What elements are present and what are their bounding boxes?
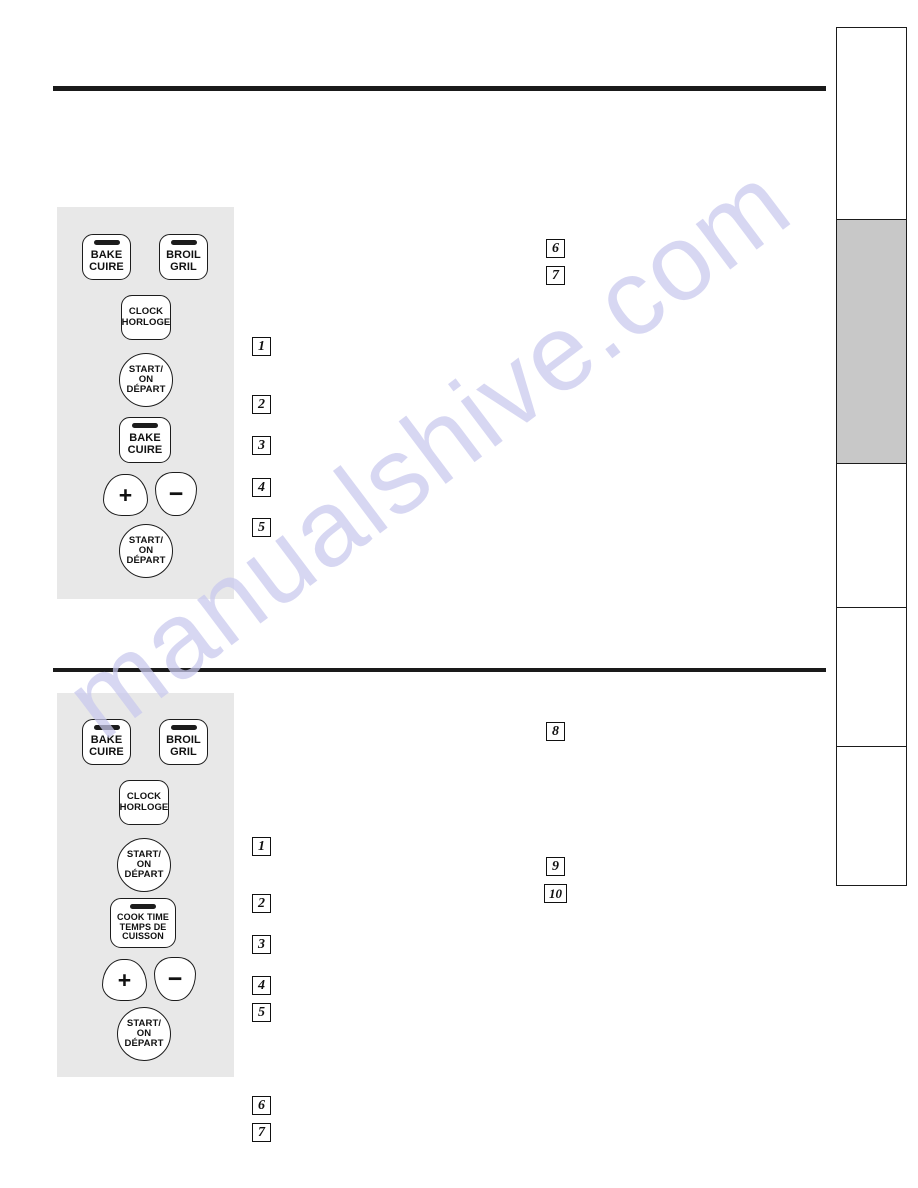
start-lower-label-line3: DÉPART — [126, 555, 166, 567]
step-box-1-1: 1 — [252, 337, 271, 356]
step-box-2-1: 1 — [252, 837, 271, 856]
step-box-1-7: 7 — [546, 266, 565, 285]
step-box-2-9: 9 — [546, 857, 565, 876]
broil-indicator-bar — [170, 240, 197, 245]
cook-time-button[interactable]: COOK TIME TEMPS DE CUISSON — [110, 898, 176, 948]
plus-glyph: + — [117, 966, 132, 993]
manual-page: manualshive.com BAKE CUIRE BROIL GRIL CL… — [0, 0, 918, 1188]
broil-label-en: BROIL — [166, 733, 201, 746]
start-on-button-lower[interactable]: START/ ON DÉPART — [117, 1007, 171, 1061]
start-label-line3: DÉPART — [126, 384, 166, 396]
side-tab-5[interactable] — [836, 746, 907, 886]
bake-button-2[interactable]: BAKE CUIRE — [119, 417, 171, 463]
step-box-2-3: 3 — [252, 935, 271, 954]
bake-indicator-bar — [93, 725, 120, 730]
clock-button[interactable]: CLOCK HORLOGE — [119, 780, 169, 825]
start-label-line3: DÉPART — [124, 869, 164, 881]
clock-label-en: CLOCK — [126, 791, 162, 803]
broil-indicator-bar — [170, 725, 197, 730]
broil-label-fr: GRIL — [170, 260, 197, 273]
bake-2-indicator-bar — [132, 423, 158, 428]
step-box-1-5: 5 — [252, 518, 271, 537]
minus-glyph: − — [167, 964, 183, 993]
bake-label-fr: CUIRE — [89, 745, 124, 758]
oven-control-panel-bake: BAKE CUIRE BROIL GRIL CLOCK HORLOGE STAR… — [57, 207, 234, 599]
side-tab-2-active[interactable] — [836, 219, 907, 464]
plus-button[interactable]: + — [102, 959, 147, 1001]
broil-label-en: BROIL — [166, 248, 201, 261]
broil-button[interactable]: BROIL GRIL — [159, 234, 208, 280]
step-box-2-10: 10 — [544, 884, 567, 903]
oven-control-panel-cook-time: BAKE CUIRE BROIL GRIL CLOCK HORLOGE STAR… — [57, 693, 234, 1077]
start-lower-label-line3: DÉPART — [124, 1038, 164, 1050]
bake-2-label-en: BAKE — [129, 431, 161, 444]
side-tab-4[interactable] — [836, 607, 907, 747]
clock-label-fr: HORLOGE — [121, 316, 171, 328]
step-box-2-2: 2 — [252, 894, 271, 913]
bake-label-en: BAKE — [90, 733, 123, 746]
plus-button[interactable]: + — [103, 474, 148, 516]
minus-button[interactable]: − — [154, 957, 196, 1001]
step-box-1-4: 4 — [252, 478, 271, 497]
watermark: manualshive.com — [44, 140, 880, 920]
broil-button[interactable]: BROIL GRIL — [159, 719, 208, 765]
side-tab-1[interactable] — [836, 27, 907, 220]
clock-label-fr: HORLOGE — [119, 801, 169, 813]
broil-label-fr: GRIL — [170, 745, 197, 758]
start-on-button-upper[interactable]: START/ ON DÉPART — [117, 838, 171, 892]
clock-label-en: CLOCK — [128, 306, 164, 318]
side-tab-3[interactable] — [836, 463, 907, 608]
cook-time-indicator-bar — [130, 904, 156, 909]
step-box-2-6: 6 — [252, 1096, 271, 1115]
step-box-1-2: 2 — [252, 395, 271, 414]
start-on-button-upper[interactable]: START/ ON DÉPART — [119, 353, 173, 407]
top-divider-rule — [53, 86, 826, 91]
step-box-2-7: 7 — [252, 1123, 271, 1142]
bake-2-label-fr: CUIRE — [127, 443, 163, 456]
plus-glyph: + — [118, 481, 133, 508]
bake-button[interactable]: BAKE CUIRE — [82, 719, 131, 765]
step-box-1-3: 3 — [252, 436, 271, 455]
clock-button[interactable]: CLOCK HORLOGE — [121, 295, 171, 340]
minus-button[interactable]: − — [155, 472, 197, 516]
bake-label-en: BAKE — [90, 248, 123, 261]
bake-indicator-bar — [93, 240, 120, 245]
start-on-button-lower[interactable]: START/ ON DÉPART — [119, 524, 173, 578]
bake-label-fr: CUIRE — [89, 260, 124, 273]
step-box-1-6: 6 — [546, 239, 565, 258]
minus-glyph: − — [168, 479, 184, 508]
step-box-2-8: 8 — [546, 722, 565, 741]
step-box-2-5: 5 — [252, 1003, 271, 1022]
middle-divider-rule — [53, 668, 826, 672]
cook-time-label-fr2: CUISSON — [122, 931, 164, 942]
step-box-2-4: 4 — [252, 976, 271, 995]
bake-button[interactable]: BAKE CUIRE — [82, 234, 131, 280]
